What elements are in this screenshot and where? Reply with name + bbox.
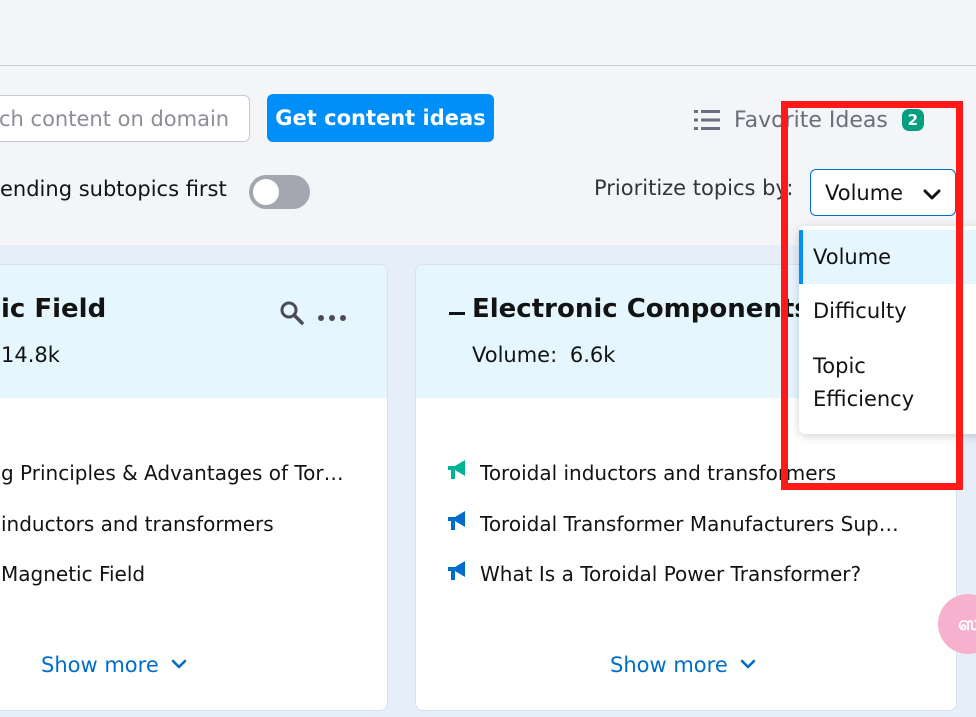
volume-value: 6.6k <box>569 343 616 367</box>
dropdown-option-volume[interactable]: Volume <box>799 230 976 284</box>
trending-subtopics-toggle[interactable] <box>249 175 310 209</box>
topic-card-header: ic Field 14.8k <box>0 265 387 398</box>
prioritize-selected-value: Volume <box>825 180 904 205</box>
prioritize-label: Prioritize topics by: <box>594 176 794 200</box>
chevron-down-icon <box>740 653 756 677</box>
option-label-line: Topic <box>813 354 866 378</box>
volume-label: Volume: <box>472 343 558 367</box>
option-label: Difficulty <box>813 299 907 323</box>
show-more-label: Show more <box>41 653 159 677</box>
chat-widget-glyph: ஸ <box>958 610 976 635</box>
get-content-ideas-button[interactable]: Get content ideas <box>267 94 494 142</box>
trending-subtopics-label: ending subtopics first <box>0 177 227 201</box>
list-item[interactable]: inductors and transformers <box>1 512 361 536</box>
show-more-label: Show more <box>610 653 728 677</box>
show-more-button[interactable]: Show more <box>41 653 187 677</box>
search-icon[interactable] <box>279 300 305 330</box>
option-label-line: Efficiency <box>813 387 915 411</box>
list-item[interactable]: Magnetic Field <box>1 562 361 586</box>
topic-card-title: ic Field <box>1 294 107 324</box>
list-item[interactable]: What Is a Toroidal Power Transformer? <box>480 562 940 586</box>
collapse-icon[interactable] <box>449 302 465 321</box>
megaphone-icon <box>446 458 468 486</box>
list-icon <box>694 109 720 131</box>
show-more-button[interactable]: Show more <box>610 653 756 677</box>
option-label: Volume <box>813 245 892 269</box>
chevron-down-icon <box>923 184 941 208</box>
dropdown-option-difficulty[interactable]: Difficulty <box>799 284 976 338</box>
favorite-ideas-label: Favorite Ideas <box>734 107 888 133</box>
top-bar <box>0 0 976 66</box>
list-item[interactable]: g Principles & Advantages of Tor… <box>1 461 361 485</box>
megaphone-icon <box>446 509 468 537</box>
topic-card-volume: 14.8k <box>1 343 60 367</box>
topic-card-title: Electronic Components <box>472 294 810 324</box>
favorite-ideas-button[interactable]: Favorite Ideas 2 <box>694 100 924 140</box>
prioritize-dropdown-menu: Volume Difficulty Topic Efficiency <box>799 226 976 434</box>
list-item[interactable]: Toroidal Transformer Manufacturers Sup… <box>480 512 940 536</box>
topic-card-volume: Volume: 6.6k <box>472 343 615 367</box>
topic-card: ic Field 14.8k g Principles & Advantages… <box>0 264 388 711</box>
list-item[interactable]: Toroidal inductors and transformers <box>480 461 940 485</box>
prioritize-select[interactable]: Volume <box>810 169 956 216</box>
dropdown-option-topic-efficiency[interactable]: Topic Efficiency <box>799 350 976 422</box>
chevron-down-icon <box>171 653 187 677</box>
more-options-icon[interactable] <box>317 308 347 327</box>
favorite-count-badge: 2 <box>901 109 924 131</box>
megaphone-icon <box>446 559 468 587</box>
domain-search-input[interactable] <box>0 95 250 142</box>
toggle-knob <box>253 179 279 205</box>
